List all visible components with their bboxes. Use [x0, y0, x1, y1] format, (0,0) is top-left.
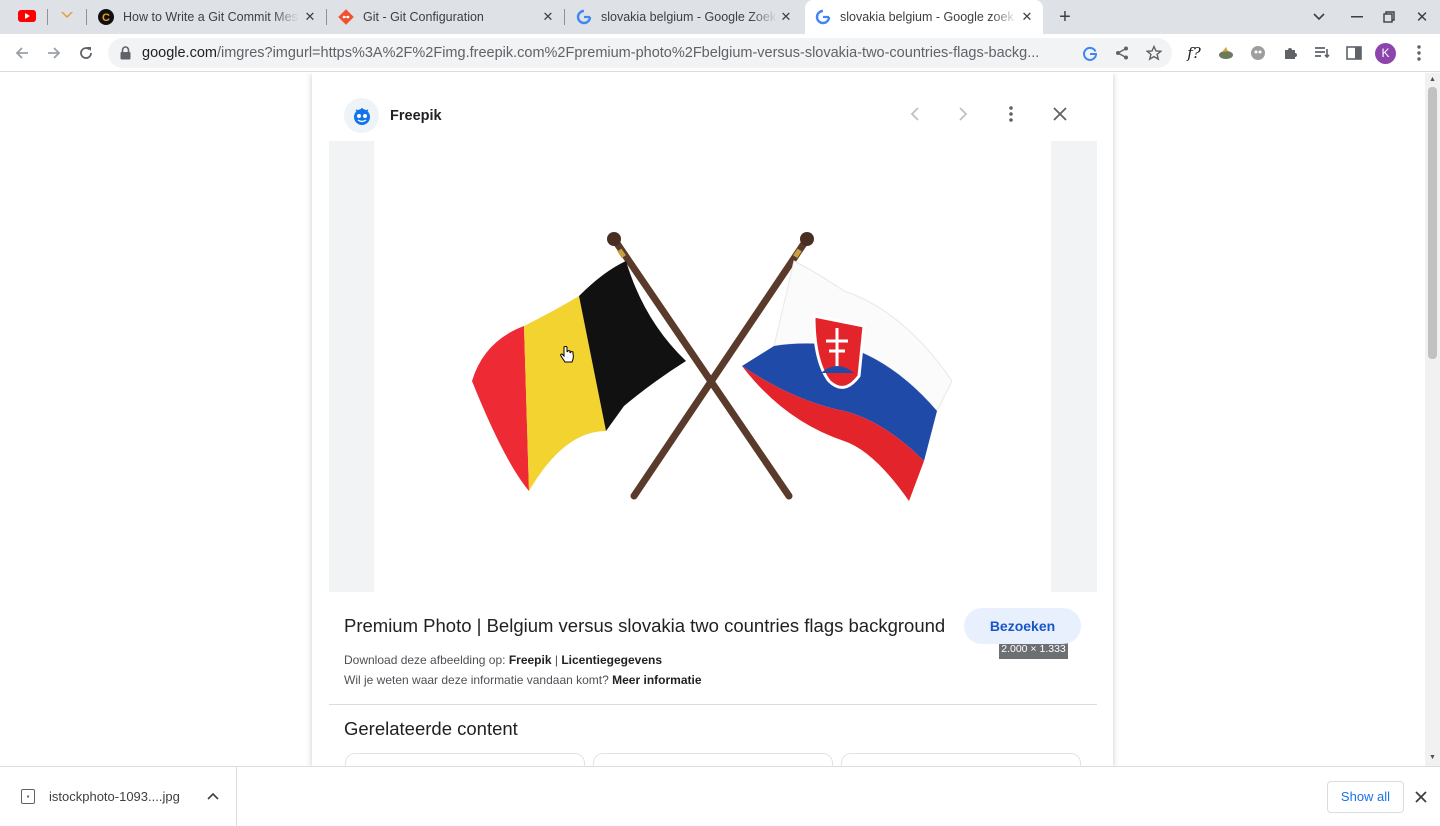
- close-tab-icon[interactable]: ✕: [778, 9, 794, 25]
- scroll-down-arrow-icon[interactable]: ▼: [1429, 754, 1436, 761]
- tab-title: How to Write a Git Commit Mes: [123, 10, 298, 24]
- page-content: Freepik 2.000 × 1.333 Premium Photo | Be…: [0, 73, 1425, 766]
- download-source-link[interactable]: Freepik: [509, 653, 552, 667]
- previous-image-chevron-icon[interactable]: [903, 102, 927, 126]
- tab-git-configuration[interactable]: Git - Git Configuration ✕: [330, 0, 564, 34]
- browser-toolbar: google.com/imgres?imgurl=https%3A%2F%2Fi…: [0, 34, 1440, 72]
- tab-pinned-bird[interactable]: [52, 0, 86, 34]
- related-card[interactable]: [841, 753, 1081, 766]
- url-path: /imgres?imgurl=https%3A%2F%2Fimg.freepik…: [216, 45, 1040, 61]
- tab-google-search-active[interactable]: slovakia belgium - Google zoek ✕: [805, 0, 1043, 34]
- preview-image[interactable]: [374, 141, 1051, 592]
- address-bar[interactable]: google.com/imgres?imgurl=https%3A%2F%2Fi…: [108, 38, 1172, 68]
- scroll-up-arrow-icon[interactable]: ▲: [1429, 76, 1436, 83]
- lock-icon[interactable]: [120, 46, 131, 65]
- download-info: Download deze afbeelding op: Freepik | L…: [344, 653, 662, 667]
- minimize-button[interactable]: [1346, 7, 1368, 27]
- tab-youtube[interactable]: [12, 0, 48, 34]
- source-name: Freepik: [390, 107, 442, 124]
- freepik-logo-icon: [344, 98, 379, 133]
- extension-fquestion-icon[interactable]: f?: [1180, 39, 1208, 67]
- svg-text:C: C: [102, 12, 110, 24]
- google-icon: [576, 9, 592, 25]
- more-info-link[interactable]: Meer informatie: [612, 673, 701, 687]
- slovakia-flag: [742, 260, 953, 501]
- close-tab-icon[interactable]: ✕: [302, 9, 318, 25]
- extension-bird-icon[interactable]: [1212, 39, 1240, 67]
- image-title[interactable]: Premium Photo | Belgium versus slovakia …: [344, 615, 945, 637]
- related-content-heading: Gerelateerde content: [344, 718, 518, 739]
- show-all-button[interactable]: Show all: [1327, 781, 1404, 813]
- image-frame[interactable]: 2.000 × 1.333: [329, 141, 1097, 659]
- reload-button[interactable]: [72, 39, 100, 67]
- tab-title: Git - Git Configuration: [363, 10, 484, 24]
- profile-avatar[interactable]: K: [1375, 43, 1396, 64]
- bird-icon: [59, 9, 75, 25]
- close-tab-icon[interactable]: ✕: [540, 9, 556, 25]
- more-options-icon[interactable]: [999, 102, 1023, 126]
- close-shelf-icon[interactable]: [1412, 788, 1430, 806]
- related-card[interactable]: [593, 753, 833, 766]
- cbea-icon: C: [98, 9, 114, 25]
- new-tab-button[interactable]: +: [1054, 6, 1076, 28]
- google-lens-icon[interactable]: [1080, 43, 1100, 63]
- divider: [329, 704, 1097, 705]
- separator: |: [554, 653, 558, 667]
- close-window-button[interactable]: ✕: [1411, 7, 1433, 27]
- extension-face-icon[interactable]: [1244, 39, 1272, 67]
- hand-cursor-icon: [559, 346, 575, 369]
- visit-button[interactable]: Bezoeken: [964, 608, 1081, 644]
- tab-title: slovakia belgium - Google Zoek: [601, 10, 777, 24]
- forward-button[interactable]: [40, 39, 68, 67]
- reading-list-icon[interactable]: [1308, 39, 1336, 67]
- source-header[interactable]: Freepik: [344, 98, 442, 133]
- tab-search-chevron-icon[interactable]: [1308, 7, 1330, 27]
- side-panel-icon[interactable]: [1340, 39, 1368, 67]
- url-text[interactable]: google.com/imgres?imgurl=https%3A%2F%2Fi…: [142, 45, 1078, 61]
- tab-strip: C How to Write a Git Commit Mes ✕ Git - …: [0, 0, 1440, 34]
- share-icon[interactable]: [1112, 43, 1132, 63]
- restore-button[interactable]: [1378, 7, 1400, 27]
- chrome-menu-icon[interactable]: [1405, 39, 1433, 67]
- url-host: google.com: [142, 45, 217, 61]
- tab-title: slovakia belgium - Google zoek: [840, 10, 1014, 24]
- back-button[interactable]: [8, 39, 36, 67]
- info-question: Wil je weten waar deze informatie vandaa…: [344, 673, 609, 687]
- download-item[interactable]: ▪ istockphoto-1093....jpg: [0, 767, 237, 826]
- google-icon: [815, 9, 831, 25]
- download-prefix: Download deze afbeelding op:: [344, 653, 506, 667]
- youtube-icon: [18, 9, 36, 25]
- close-viewer-icon[interactable]: [1048, 102, 1072, 126]
- page-scrollbar[interactable]: ▲ ▼: [1425, 73, 1440, 766]
- download-shelf: ▪ istockphoto-1093....jpg Show all: [0, 766, 1440, 826]
- next-image-chevron-icon[interactable]: [951, 102, 975, 126]
- license-link[interactable]: Licentiegegevens: [561, 653, 662, 667]
- extensions-puzzle-icon[interactable]: [1276, 39, 1304, 67]
- tab-git-commit[interactable]: C How to Write a Git Commit Mes ✕: [90, 0, 326, 34]
- image-viewer-panel: Freepik 2.000 × 1.333 Premium Photo | Be…: [312, 73, 1113, 766]
- close-tab-icon[interactable]: ✕: [1019, 9, 1035, 25]
- download-file-name: istockphoto-1093....jpg: [49, 789, 180, 804]
- image-file-icon: ▪: [21, 789, 35, 804]
- info-line: Wil je weten waar deze informatie vandaa…: [344, 673, 702, 687]
- git-icon: [338, 9, 354, 25]
- scrollbar-thumb[interactable]: [1428, 87, 1437, 359]
- tab-google-search-1[interactable]: slovakia belgium - Google Zoek ✕: [568, 0, 802, 34]
- chevron-up-icon[interactable]: [204, 787, 222, 805]
- related-card[interactable]: [345, 753, 585, 766]
- bookmark-star-icon[interactable]: [1144, 43, 1164, 63]
